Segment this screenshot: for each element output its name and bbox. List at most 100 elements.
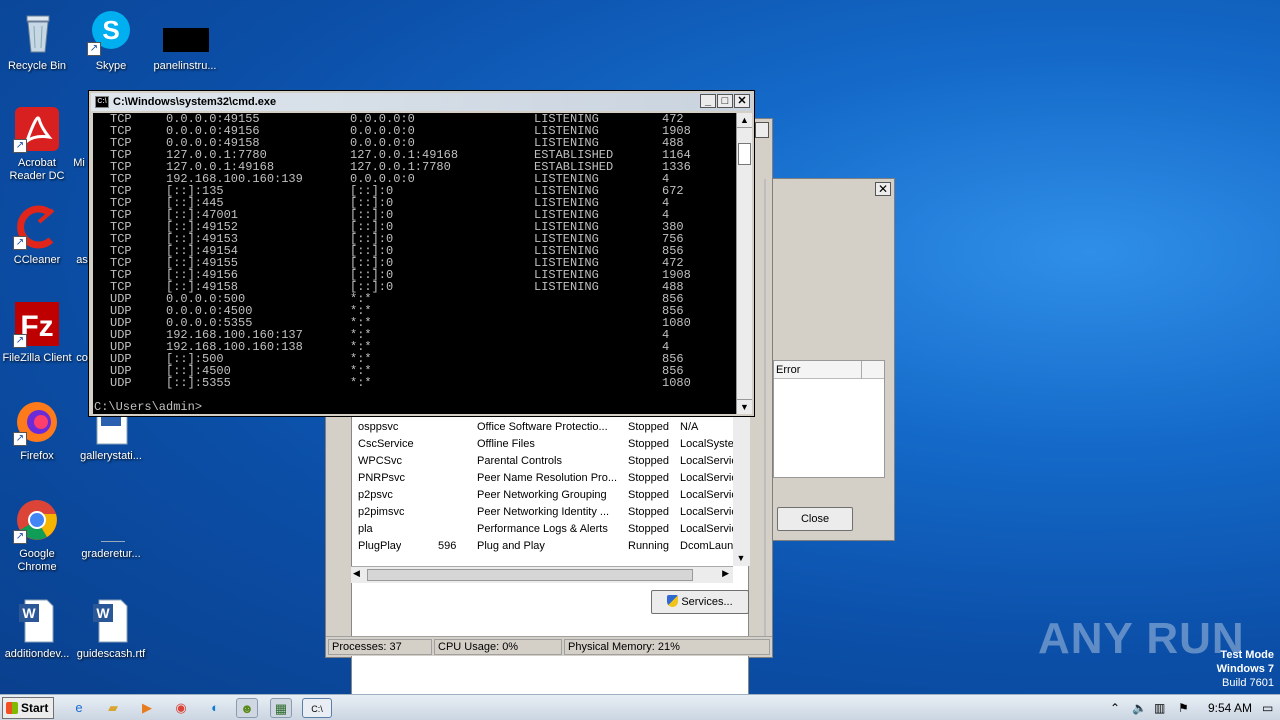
cmd-window[interactable]: C:\ C:\Windows\system32\cmd.exe _ □ ✕ TC… (88, 90, 755, 417)
processes-count: Processes: 37 (328, 639, 432, 655)
maximize-button[interactable]: □ (717, 94, 733, 108)
services-horizontal-scrollbar[interactable]: ◀ ▶ (351, 566, 733, 583)
desktop-icon-acrobat[interactable]: ↗ Acrobat Reader DC (0, 105, 74, 183)
service-name: PNRPsvc (358, 472, 406, 484)
explorer-icon[interactable]: ▰ (102, 698, 124, 718)
list-item[interactable]: p2pimsvc Peer Networking Identity ... Stop… (352, 504, 748, 521)
app-taskbar-button[interactable]: ☻ (236, 698, 258, 718)
service-group: LocalServic (680, 455, 735, 467)
service-desc: Peer Networking Identity ... (477, 506, 610, 518)
services-list: ose Office Source Engine Stopped N/A osp… (351, 411, 749, 701)
blank-file-icon (87, 496, 135, 544)
desktop-icon-additiondev[interactable]: W additiondev... (0, 596, 74, 661)
list-item[interactable]: PlugPlay 596 Plug and Play Running DcomLaunc (352, 538, 748, 555)
service-desc: Peer Networking Grouping (477, 489, 607, 501)
service-status: Stopped (628, 455, 669, 467)
cmd-taskbar-button[interactable]: C:\ (302, 698, 332, 718)
shortcut-arrow-icon: ↗ (13, 236, 27, 250)
list-item[interactable]: pla Performance Logs & Alerts Stopped Local… (352, 521, 748, 538)
services-button[interactable]: Services... (651, 590, 749, 614)
build-line: Build 7601 (1222, 677, 1274, 689)
cmd-output[interactable]: TCP 0.0.0.0:49155 0.0.0.0:0 LISTENING 472 TCP… (93, 113, 736, 414)
netstat-proto: UDP (110, 376, 132, 390)
scroll-thumb[interactable] (738, 143, 751, 165)
scroll-down-arrow-icon[interactable]: ▼ (737, 399, 752, 414)
desktop-icon-graderetur[interactable]: graderetur... (74, 496, 148, 561)
svg-text:W: W (96, 605, 110, 621)
task-manager-taskbar-button[interactable]: ▦ (270, 698, 292, 718)
desktop-icon-label: guidescash.rtf (76, 648, 146, 660)
show-desktop-button[interactable]: ▭ (1262, 695, 1276, 720)
list-item[interactable]: p2psvc Peer Networking Grouping Stopped Loc… (352, 487, 748, 504)
scroll-left-arrow-icon[interactable]: ◀ (353, 568, 360, 579)
network-icon[interactable]: ▥ (1154, 695, 1165, 720)
netstat-local: [::]:5355 (166, 376, 231, 390)
list-item[interactable]: WPCSvc Parental Controls Stopped LocalServi… (352, 453, 748, 470)
scroll-right-arrow-icon[interactable]: ▶ (722, 568, 729, 579)
taskbar: Start e ▰ ▶ ◉ ◐ ☻ ▦ C:\ ⌃ 🔈 ▥ ⚑ 9:54 AM … (0, 694, 1280, 720)
media-player-icon[interactable]: ▶ (136, 698, 158, 718)
desktop-icon-firefox[interactable]: ↗ Firefox (0, 398, 74, 463)
desktop-icon-label: Acrobat Reader DC (9, 157, 65, 182)
chrome-icon: ↗ (13, 496, 61, 544)
desktop-icon-recycle-bin[interactable]: Recycle Bin (0, 8, 74, 73)
desktop-icon-guidescash[interactable]: W guidescash.rtf (74, 596, 148, 661)
cmd-vertical-scrollbar[interactable]: ▲ ▼ (736, 113, 752, 414)
desktop-icon-ccleaner[interactable]: ↗ CCleaner (0, 202, 74, 267)
service-status: Stopped (628, 438, 669, 450)
service-status: Stopped (628, 489, 669, 501)
desktop-icon-filezilla[interactable]: Fz ↗ FileZilla Client (0, 300, 74, 365)
desktop-icon-label: Recycle Bin (7, 60, 67, 72)
service-desc: Performance Logs & Alerts (477, 523, 608, 535)
cpu-usage: CPU Usage: 0% (434, 639, 562, 655)
error-column-header[interactable]: Error (774, 361, 884, 379)
service-status: Stopped (628, 506, 669, 518)
service-name: PlugPlay (358, 540, 402, 552)
scroll-down-arrow-icon[interactable]: ▼ (733, 550, 749, 566)
show-hidden-icons[interactable]: ⌃ (1110, 695, 1120, 720)
volume-icon[interactable]: 🔈 (1132, 695, 1147, 720)
service-status: Stopped (628, 421, 669, 433)
start-button[interactable]: Start (2, 697, 54, 719)
recycle-bin-icon (13, 8, 61, 56)
close-button[interactable]: ✕ (734, 94, 750, 108)
service-group: N/A (680, 421, 699, 433)
scroll-up-arrow-icon[interactable]: ▲ (737, 113, 752, 128)
windows-logo-icon (6, 702, 18, 714)
list-item[interactable]: CscService Offline Files Stopped LocalSyste (352, 436, 748, 453)
cmd-title-bar[interactable]: C:\ C:\Windows\system32\cmd.exe (91, 93, 752, 111)
desktop-icon-chrome[interactable]: ↗ Google Chrome (0, 496, 74, 574)
services-button-label: Services... (681, 596, 733, 608)
action-center-flag-icon[interactable]: ⚑ (1178, 695, 1189, 720)
dialog-close-button[interactable]: ✕ (875, 182, 891, 196)
scroll-thumb[interactable] (367, 569, 693, 581)
list-item[interactable]: osppsvc Office Software Protectio... Stopp… (352, 419, 748, 436)
start-label: Start (21, 701, 49, 715)
tm-close-button[interactable] (755, 122, 769, 138)
chrome-taskbar-icon[interactable]: ◉ (170, 698, 192, 718)
word-document-icon: W (87, 596, 135, 644)
desktop-icon-partial-mi[interactable]: Mi (68, 105, 90, 170)
service-status: Running (628, 540, 669, 552)
desktop-icon-label: graderetur... (81, 548, 141, 560)
acrobat-icon: ↗ (13, 105, 61, 153)
desktop-icon-skype[interactable]: S ↗ Skype (74, 8, 148, 73)
service-name: WPCSvc (358, 455, 402, 467)
service-status: Stopped (628, 472, 669, 484)
list-item[interactable]: PNRPsvc Peer Name Resolution Pro... Stoppe… (352, 470, 748, 487)
ie-icon[interactable]: e (68, 698, 90, 718)
services-vertical-scrollbar[interactable]: ▼ (733, 411, 750, 566)
svg-text:S: S (102, 15, 119, 45)
desktop-icon-panelinstru[interactable]: panelinstru... (148, 8, 222, 73)
service-group: LocalServic (680, 489, 735, 501)
edge-icon[interactable]: ◐ (204, 698, 226, 718)
minimize-button[interactable]: _ (700, 94, 716, 108)
desktop-icon-label: CCleaner (13, 254, 61, 266)
windows-version-line: Windows 7 (1216, 663, 1274, 675)
close-button[interactable]: Close (777, 507, 853, 531)
clock[interactable]: 9:54 AM (1208, 695, 1252, 720)
service-name: osppsvc (358, 421, 399, 433)
watermark-brand: ANY RUN (1038, 614, 1245, 663)
shortcut-arrow-icon: ↗ (87, 42, 101, 56)
black-file-icon (161, 8, 209, 56)
